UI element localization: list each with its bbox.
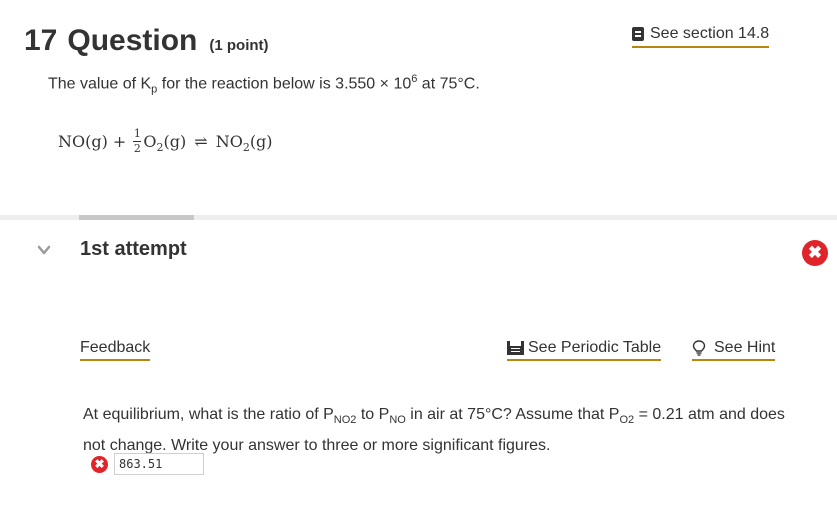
answer-input[interactable] [114, 453, 204, 475]
question-points: (1 point) [209, 37, 269, 54]
reaction-equation: NO(g) + 1 2 O 2 (g) ⇌ NO 2 (g) [58, 127, 273, 155]
question-title: Question [67, 24, 198, 57]
equilibrium-arrow: ⇌ [194, 132, 208, 151]
question-prompt: At equilibrium, what is the ratio of PNO… [83, 406, 785, 455]
see-section-link[interactable]: See section 14.8 [632, 25, 770, 48]
question-header: 17 Question (1 point) [24, 24, 269, 58]
fraction-one-half: 1 2 [133, 127, 142, 155]
book-icon [632, 27, 644, 41]
lightbulb-icon [692, 340, 706, 356]
chevron-down-icon[interactable] [37, 244, 51, 256]
question-number: 17 [24, 24, 58, 57]
see-section-label: See section 14.8 [650, 25, 770, 42]
periodic-table-icon [507, 341, 524, 355]
answer-row: ✖ [91, 453, 204, 475]
attempt-title: 1st attempt [80, 238, 187, 260]
feedback-link[interactable]: Feedback [80, 339, 151, 361]
hint-label: See Hint [714, 339, 776, 356]
periodic-table-label: See Periodic Table [528, 339, 662, 356]
incorrect-icon: ✖ [91, 455, 108, 473]
hint-link[interactable]: See Hint [692, 339, 776, 361]
periodic-table-link[interactable]: See Periodic Table [507, 339, 662, 361]
error-icon[interactable]: ✖ [802, 240, 828, 266]
kp-statement: The value of Kp for the reaction below i… [48, 73, 480, 96]
divider-active-tab [79, 215, 194, 220]
